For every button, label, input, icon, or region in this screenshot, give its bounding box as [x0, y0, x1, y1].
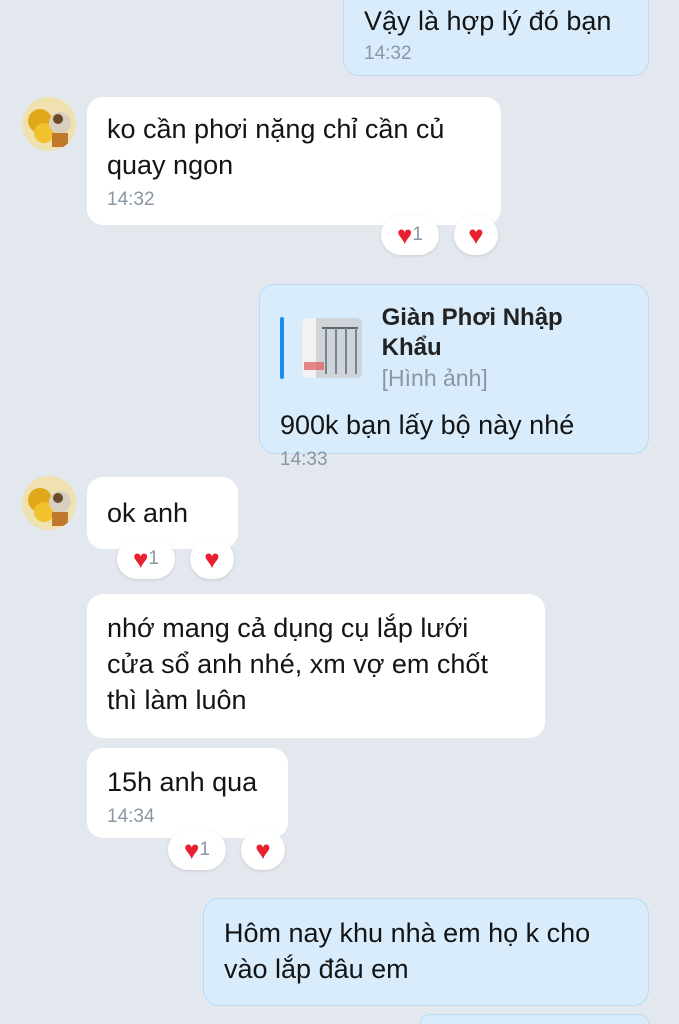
heart-icon: ♥ — [132, 544, 149, 574]
message-time: 14:32 — [107, 189, 155, 210]
reaction-count: 1 — [199, 839, 210, 860]
quote-bar — [280, 317, 284, 379]
quoted-message[interactable]: Giàn Phơi Nhập Khẩu [Hình ảnh] — [280, 303, 628, 393]
heart-icon: ♥ — [468, 220, 484, 250]
message-text-line: cửa sổ anh nhé, xm vợ em chốt — [107, 649, 488, 679]
heart-icon: ♥ — [255, 835, 271, 865]
quote-subtitle: [Hình ảnh] — [381, 365, 488, 391]
message-time: 14:32 — [364, 43, 412, 64]
message-bubble-outgoing-partial[interactable] — [420, 1014, 649, 1024]
message-bubble-outgoing[interactable]: Giàn Phơi Nhập Khẩu [Hình ảnh] 900k bạn … — [259, 284, 649, 470]
message-text: ok anh — [107, 498, 189, 528]
message-time: 14:34 — [107, 806, 155, 827]
react-button[interactable]: ♥ — [190, 539, 234, 579]
message-time: 14:33 — [280, 449, 328, 470]
message-text-line: thì làm luôn — [107, 685, 247, 715]
heart-icon: ♥ — [183, 835, 200, 865]
message-text: 900k bạn lấy bộ này nhé — [280, 410, 575, 440]
message-text-line: vào lắp đâu em — [224, 954, 409, 984]
quoted-image-thumbnail — [301, 318, 362, 378]
quote-title: Giàn Phơi Nhập Khẩu — [381, 304, 563, 361]
reaction-count: 1 — [148, 548, 159, 569]
message-text-line: Hôm nay khu nhà em họ k cho — [224, 918, 591, 948]
message-text: Vậy là hợp lý đó bạn — [364, 6, 612, 36]
heart-icon: ♥ — [204, 544, 220, 574]
contact-avatar[interactable] — [22, 97, 76, 151]
react-button[interactable]: ♥ — [241, 830, 285, 870]
reaction-count-badge[interactable]: ♥ 1 — [381, 215, 439, 255]
reaction-count-badge[interactable]: ♥ 1 — [117, 539, 175, 579]
message-bubble-outgoing[interactable]: Vậy là hợp lý đó bạn 14:32 — [343, 0, 649, 76]
message-bubble-incoming[interactable]: 15h anh qua 14:34 — [87, 748, 288, 838]
message-text-line: quay ngon — [107, 150, 234, 180]
reaction-count-badge[interactable]: ♥ 1 — [168, 830, 226, 870]
message-bubble-incoming[interactable]: nhớ mang cả dụng cụ lắp lưới cửa sổ anh … — [87, 594, 545, 738]
message-bubble-incoming[interactable]: ko cần phơi nặng chỉ cần củ quay ngon 14… — [87, 97, 501, 225]
message-bubble-outgoing[interactable]: Hôm nay khu nhà em họ k cho vào lắp đâu … — [203, 898, 649, 1006]
heart-icon: ♥ — [396, 220, 413, 250]
contact-avatar[interactable] — [22, 476, 76, 530]
message-text: 15h anh qua — [107, 767, 258, 797]
message-text-line: ko cần phơi nặng chỉ cần củ — [107, 114, 445, 144]
reaction-count: 1 — [412, 224, 423, 245]
react-button[interactable]: ♥ — [454, 215, 498, 255]
message-text-line: nhớ mang cả dụng cụ lắp lưới — [107, 613, 469, 643]
